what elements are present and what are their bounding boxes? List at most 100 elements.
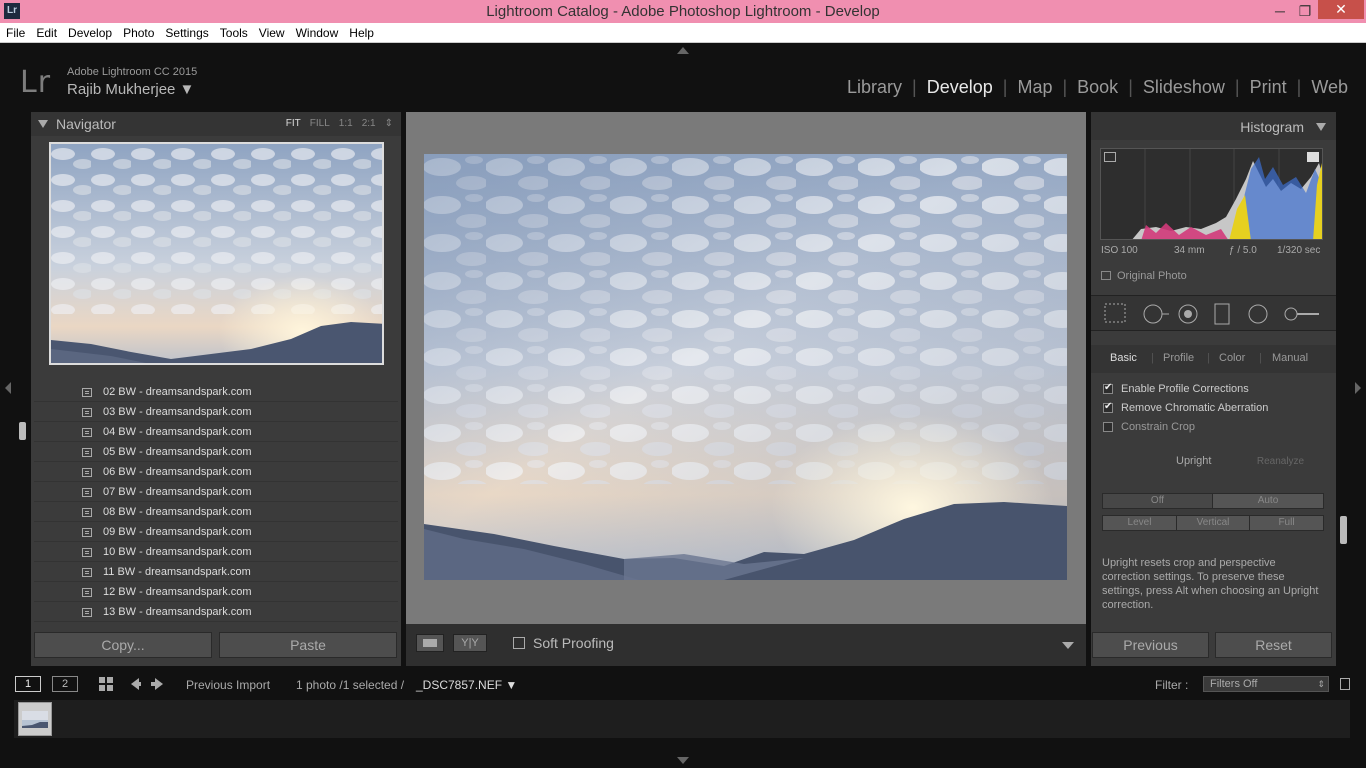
close-button[interactable]: ✕: [1318, 0, 1364, 19]
secondary-display-button[interactable]: 2: [52, 676, 78, 692]
menu-settings[interactable]: Settings: [159, 23, 213, 40]
constrain-crop-checkbox[interactable]: Constrain Crop: [1103, 421, 1195, 433]
filmstrip-bar: 1 2 Previous Import 1 photo /1 selected …: [0, 670, 1366, 700]
next-photo-icon[interactable]: [151, 678, 163, 690]
menu-view[interactable]: View: [253, 23, 290, 40]
previous-button[interactable]: Previous: [1092, 632, 1209, 658]
right-panel: Histogram ISO 100 34 mm ƒ / 5.0 1/320 se…: [1091, 112, 1336, 666]
filmstrip-thumbnail[interactable]: [18, 702, 52, 736]
user-name[interactable]: Rajib Mukherjee ▼: [67, 81, 194, 98]
toolbar-menu-icon[interactable]: [1062, 642, 1074, 649]
collapse-left-panel-icon[interactable]: [5, 382, 11, 394]
upright-vertical-button[interactable]: Vertical: [1176, 515, 1250, 531]
soft-proofing-checkbox[interactable]: [513, 637, 525, 649]
primary-display-button[interactable]: 1: [15, 676, 41, 692]
preset-item[interactable]: 04 BW - dreamsandspark.com: [34, 422, 398, 442]
module-library[interactable]: Library: [843, 77, 906, 97]
histogram-header[interactable]: Histogram: [1091, 112, 1336, 140]
left-panel-scrollbar[interactable]: [19, 422, 26, 440]
graduated-filter-icon[interactable]: [1214, 303, 1230, 325]
crop-tool-icon[interactable]: [1104, 303, 1126, 323]
collapse-top-panel-icon[interactable]: [677, 47, 689, 54]
filter-select[interactable]: Filters Off ⇕: [1203, 676, 1329, 692]
reset-button[interactable]: Reset: [1215, 632, 1332, 658]
spot-removal-icon[interactable]: [1143, 304, 1169, 324]
previous-photo-icon[interactable]: [131, 678, 141, 690]
module-develop[interactable]: Develop: [923, 77, 997, 97]
collapse-bottom-panel-icon[interactable]: [677, 757, 689, 764]
module-print[interactable]: Print: [1246, 77, 1291, 97]
loupe-view-button[interactable]: [416, 634, 444, 652]
preset-item[interactable]: 10 BW - dreamsandspark.com: [34, 542, 398, 562]
tab-separator: |: [1207, 352, 1210, 364]
right-panel-scrollbar[interactable]: [1340, 516, 1347, 544]
upright-full-button[interactable]: Full: [1249, 515, 1324, 531]
tool-strip: [1091, 295, 1336, 331]
radial-filter-icon[interactable]: [1248, 304, 1268, 324]
minimize-button[interactable]: ─: [1266, 0, 1294, 22]
tab-basic[interactable]: Basic: [1110, 352, 1137, 364]
module-map[interactable]: Map: [1013, 77, 1056, 97]
preset-icon: [82, 568, 92, 577]
preset-icon: [82, 388, 92, 397]
source-label[interactable]: Previous Import: [186, 678, 270, 692]
zoom-fill[interactable]: FILL: [310, 118, 330, 129]
histogram-graph[interactable]: [1100, 148, 1323, 240]
remove-chromatic-aberration-checkbox[interactable]: Remove Chromatic Aberration: [1103, 401, 1268, 414]
preset-item[interactable]: 11 BW - dreamsandspark.com: [34, 562, 398, 582]
collapse-triangle-icon[interactable]: [38, 120, 48, 128]
zoom-1-1[interactable]: 1:1: [339, 118, 353, 129]
zoom-fit[interactable]: FIT: [286, 118, 301, 129]
preset-item[interactable]: 03 BW - dreamsandspark.com: [34, 402, 398, 422]
menu-help[interactable]: Help: [343, 23, 379, 40]
product-name: Adobe Lightroom CC 2015: [67, 66, 198, 78]
highlight-clipping-icon[interactable]: [1307, 152, 1319, 162]
navigator-header[interactable]: Navigator FIT FILL 1:1 2:1 ⇕: [31, 112, 401, 136]
navigator-title: Navigator: [56, 116, 116, 132]
zoom-2-1[interactable]: 2:1: [362, 118, 376, 129]
copy-button[interactable]: Copy...: [34, 632, 212, 658]
preset-item[interactable]: 13 BW - dreamsandspark.com: [34, 602, 398, 622]
upright-auto-button[interactable]: Auto: [1212, 493, 1324, 509]
upright-level-button[interactable]: Level: [1102, 515, 1177, 531]
original-photo-toggle[interactable]: Original Photo: [1101, 270, 1187, 282]
menu-file[interactable]: File: [0, 23, 30, 40]
preset-item[interactable]: 08 BW - dreamsandspark.com: [34, 502, 398, 522]
menu-tools[interactable]: Tools: [214, 23, 253, 40]
menu-window[interactable]: Window: [290, 23, 344, 40]
navigator-preview[interactable]: [49, 142, 384, 365]
paste-button[interactable]: Paste: [219, 632, 397, 658]
menu-develop[interactable]: Develop: [62, 23, 117, 40]
filename-dropdown[interactable]: _DSC7857.NEF ▼: [416, 678, 517, 692]
tab-color[interactable]: Color: [1219, 352, 1245, 364]
filter-lock-icon[interactable]: [1340, 678, 1350, 690]
adjustment-brush-icon[interactable]: [1284, 307, 1319, 321]
preset-item[interactable]: 05 BW - dreamsandspark.com: [34, 442, 398, 462]
upright-off-button[interactable]: Off: [1102, 493, 1213, 509]
module-web[interactable]: Web: [1307, 77, 1352, 97]
enable-profile-corrections-checkbox[interactable]: Enable Profile Corrections: [1103, 382, 1249, 395]
filmstrip-nav-icons: [99, 677, 163, 691]
maximize-button[interactable]: ❐: [1292, 0, 1318, 22]
red-eye-icon[interactable]: [1178, 304, 1198, 324]
preset-item[interactable]: 07 BW - dreamsandspark.com: [34, 482, 398, 502]
before-after-button[interactable]: Y|Y: [453, 634, 487, 652]
zoom-menu-icon[interactable]: ⇕: [385, 118, 393, 129]
preset-item[interactable]: 12 BW - dreamsandspark.com: [34, 582, 398, 602]
tab-manual[interactable]: Manual: [1272, 352, 1308, 364]
reanalyze-button[interactable]: Reanalyze: [1243, 454, 1318, 470]
collapse-right-panel-icon[interactable]: [1355, 382, 1361, 394]
menu-edit[interactable]: Edit: [30, 23, 62, 40]
tab-profile[interactable]: Profile: [1163, 352, 1194, 364]
main-photo[interactable]: [424, 154, 1067, 580]
module-slideshow[interactable]: Slideshow: [1139, 77, 1229, 97]
preset-item[interactable]: 06 BW - dreamsandspark.com: [34, 462, 398, 482]
filter-value: Filters Off: [1210, 678, 1258, 690]
preset-item[interactable]: 09 BW - dreamsandspark.com: [34, 522, 398, 542]
shadow-clipping-icon[interactable]: [1104, 152, 1116, 162]
preset-item[interactable]: 02 BW - dreamsandspark.com: [34, 382, 398, 402]
menu-photo[interactable]: Photo: [117, 23, 159, 40]
grid-view-icon[interactable]: [99, 677, 113, 691]
collapse-triangle-icon[interactable]: [1316, 123, 1326, 131]
module-book[interactable]: Book: [1073, 77, 1122, 97]
